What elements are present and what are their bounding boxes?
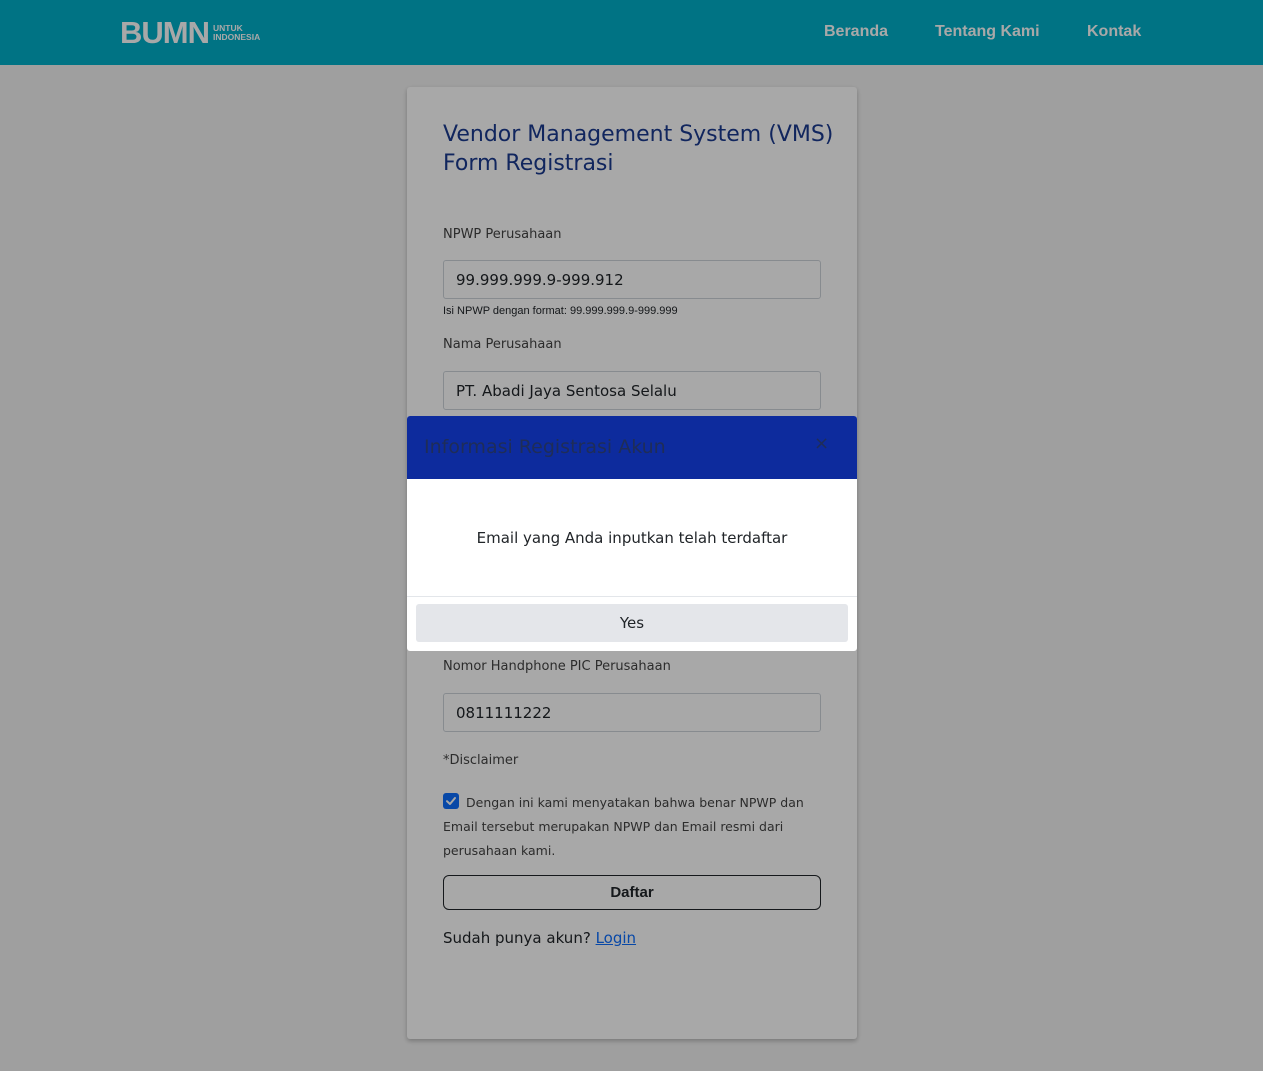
modal-divider (407, 596, 857, 597)
modal-message: Email yang Anda inputkan telah terdaftar (476, 528, 788, 547)
close-icon[interactable]: × (814, 435, 829, 453)
registration-info-modal: Informasi Registrasi Akun × Email yang A… (407, 416, 857, 651)
modal-header: Informasi Registrasi Akun × (407, 416, 857, 479)
yes-button[interactable]: Yes (416, 604, 848, 642)
modal-title: Informasi Registrasi Akun (424, 436, 666, 458)
